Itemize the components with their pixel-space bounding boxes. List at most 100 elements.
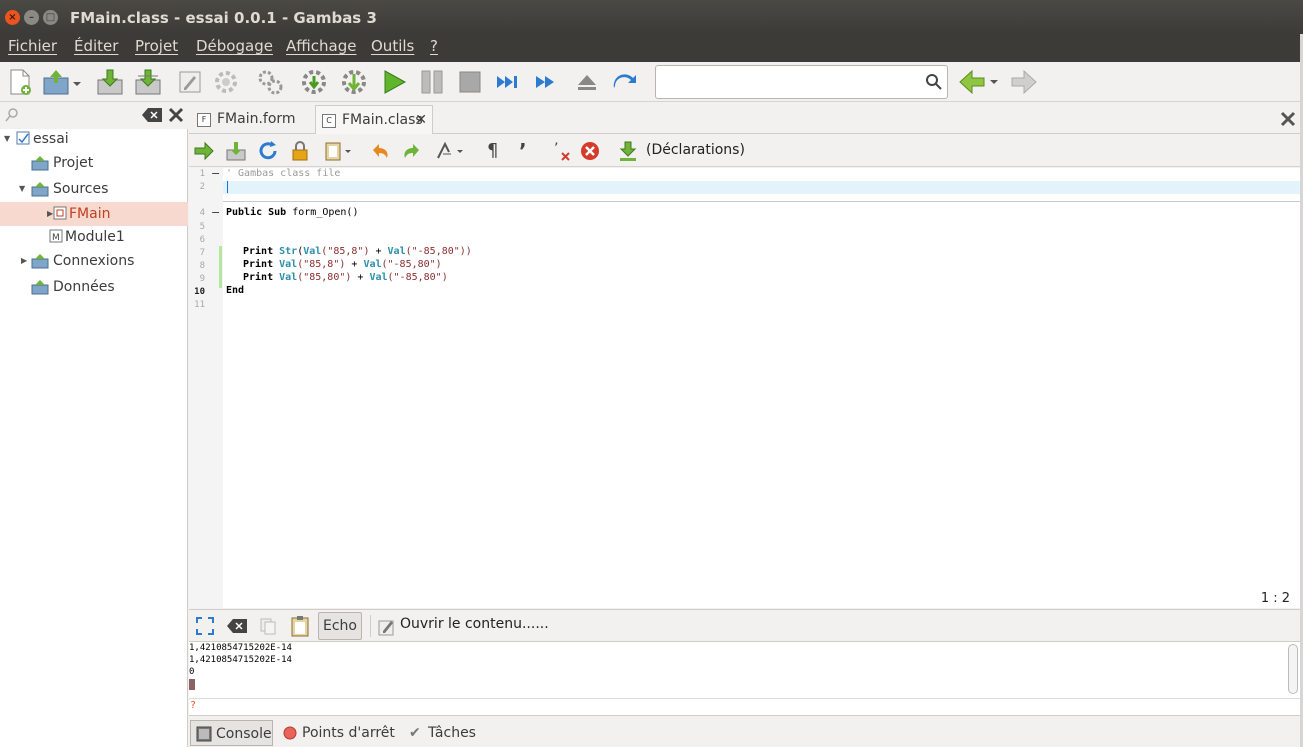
- settings-disabled-icon[interactable]: [212, 68, 240, 96]
- format-icon[interactable]: [435, 140, 467, 162]
- menu-affichage[interactable]: Affichage: [286, 37, 356, 55]
- close-window-button[interactable]: ×: [5, 10, 20, 25]
- code-line-7: Print Str(Val("85,8") + Val("-85,80")): [243, 246, 472, 257]
- folder-icon: [31, 254, 49, 269]
- pause-icon[interactable]: [418, 68, 446, 96]
- console-line: 0: [189, 667, 195, 677]
- tab-console[interactable]: Console: [190, 720, 273, 746]
- procedure-icon[interactable]: [617, 140, 639, 162]
- echo-toggle-button[interactable]: Echo: [318, 612, 362, 640]
- tab-fmain-class[interactable]: C FMain.class ✕: [315, 105, 433, 134]
- fold-marker-icon[interactable]: −: [211, 206, 220, 219]
- line-number: 7: [199, 248, 205, 258]
- console-line: 1,4210854715202E-14: [189, 655, 292, 665]
- forward-icon[interactable]: [532, 68, 560, 96]
- forward-nav-icon[interactable]: [1010, 68, 1038, 96]
- code-line-10: End: [226, 285, 245, 296]
- tree-label: essai: [33, 131, 69, 147]
- minimize-window-button[interactable]: –: [24, 10, 39, 25]
- tree-item-sources[interactable]: ▼ Sources: [0, 177, 188, 201]
- tree-label: FMain: [69, 206, 111, 222]
- tree-item-module1[interactable]: M Module1: [0, 225, 188, 249]
- expand-triangle-icon[interactable]: ▼: [4, 127, 10, 151]
- run-icon[interactable]: [380, 68, 408, 96]
- close-all-tabs-icon[interactable]: [1279, 110, 1297, 128]
- procedure-selector[interactable]: (Déclarations): [646, 142, 745, 158]
- fold-marker-icon[interactable]: −: [211, 167, 220, 180]
- expand-triangle-icon[interactable]: ▼: [19, 177, 25, 201]
- open-project-icon[interactable]: [42, 68, 82, 96]
- make-executable-icon[interactable]: [340, 68, 368, 96]
- stop-icon[interactable]: [456, 68, 484, 96]
- tree-item-connexions[interactable]: ▶ Connexions: [0, 249, 188, 273]
- console-output[interactable]: 1,4210854715202E-14 1,4210854715202E-14 …: [189, 642, 1300, 698]
- close-tab-icon[interactable]: ✕: [415, 106, 427, 134]
- redo-edit-icon[interactable]: [401, 140, 423, 162]
- eject-icon[interactable]: [573, 68, 601, 96]
- search-icon[interactable]: [925, 73, 943, 91]
- tree-label: Projet: [53, 155, 94, 171]
- menu-bar: Fichier Éditer Projet Débogage Affichage…: [0, 34, 1303, 62]
- open-content-button[interactable]: Ouvrir le contenu......: [400, 616, 549, 632]
- console-input[interactable]: ?: [189, 698, 1300, 715]
- tab-label: Console: [216, 726, 272, 742]
- undo-icon[interactable]: [369, 140, 391, 162]
- compile-all-icon[interactable]: [300, 68, 328, 96]
- lock-icon[interactable]: [289, 140, 311, 162]
- compile-icon[interactable]: [256, 68, 284, 96]
- close-panel-icon[interactable]: [167, 106, 185, 124]
- tab-tasks[interactable]: ✔ Tâches: [409, 720, 479, 746]
- search-input[interactable]: [655, 65, 948, 99]
- save-all-icon[interactable]: [134, 68, 162, 96]
- editor-tabs: F FMain.form C FMain.class ✕: [189, 103, 1303, 134]
- tree-item-donnees[interactable]: Données: [0, 275, 188, 299]
- line-number: 5: [199, 222, 205, 232]
- tree-item-essai[interactable]: ▼ essai: [0, 127, 188, 151]
- clear-console-icon[interactable]: [227, 619, 247, 633]
- tree-item-fmain[interactable]: ▶ FMain: [0, 202, 188, 226]
- menu-debogage[interactable]: Débogage: [196, 37, 273, 55]
- code-editor[interactable]: 1 2 4 5 6 7 8 9 10 11 − − ' Gambas class…: [189, 167, 1300, 608]
- menu-outils[interactable]: Outils: [371, 37, 414, 55]
- copy-disabled-icon[interactable]: [259, 617, 277, 635]
- redo-icon[interactable]: [610, 68, 638, 96]
- paste-icon[interactable]: [323, 140, 355, 162]
- modified-lines-marker: [219, 246, 222, 288]
- back-icon[interactable]: [958, 68, 1000, 96]
- console-toolbar: Echo Ouvrir le contenu......: [189, 609, 1300, 642]
- menu-editer[interactable]: Éditer: [74, 37, 118, 55]
- line-number: 11: [194, 300, 205, 310]
- code-line-1: ' Gambas class file: [226, 168, 341, 179]
- procedure-separator: [223, 201, 1300, 202]
- clear-breakpoints-icon[interactable]: [579, 140, 601, 162]
- new-project-icon[interactable]: [6, 68, 34, 96]
- tab-label: Points d'arrêt: [302, 725, 395, 741]
- properties-icon[interactable]: [176, 68, 204, 96]
- save-icon[interactable]: [96, 68, 124, 96]
- console-scrollbar[interactable]: [1288, 644, 1298, 694]
- menu-help[interactable]: ?: [430, 37, 438, 55]
- collapse-triangle-icon[interactable]: ▶: [21, 249, 27, 273]
- save-file-icon[interactable]: [225, 140, 247, 162]
- reload-icon[interactable]: [257, 140, 279, 162]
- goto-form-icon[interactable]: [193, 140, 215, 162]
- step-icon[interactable]: [494, 68, 522, 96]
- console-cursor: [189, 679, 195, 690]
- tab-breakpoints[interactable]: Points d'arrêt: [283, 720, 401, 746]
- paragraph-icon[interactable]: ¶: [487, 140, 509, 162]
- tab-label: FMain.class: [342, 112, 423, 128]
- uncomment-icon[interactable]: ’: [551, 140, 573, 162]
- tree-item-projet[interactable]: Projet: [0, 151, 188, 175]
- menu-projet[interactable]: Projet: [135, 37, 178, 55]
- menu-fichier[interactable]: Fichier: [8, 37, 57, 55]
- line-number: 4: [199, 208, 205, 218]
- tree-label: Connexions: [53, 253, 135, 269]
- fullscreen-icon[interactable]: [196, 617, 214, 635]
- title-bar: × – □ FMain.class - essai 0.0.1 - Gambas…: [0, 0, 1303, 34]
- clear-filter-icon[interactable]: [142, 108, 162, 122]
- maximize-window-button[interactable]: □: [43, 10, 58, 25]
- paste-console-icon[interactable]: [290, 615, 310, 637]
- tab-fmain-form[interactable]: F FMain.form: [191, 105, 313, 134]
- comment-icon[interactable]: ’: [519, 140, 541, 162]
- project-filter[interactable]: [0, 103, 188, 129]
